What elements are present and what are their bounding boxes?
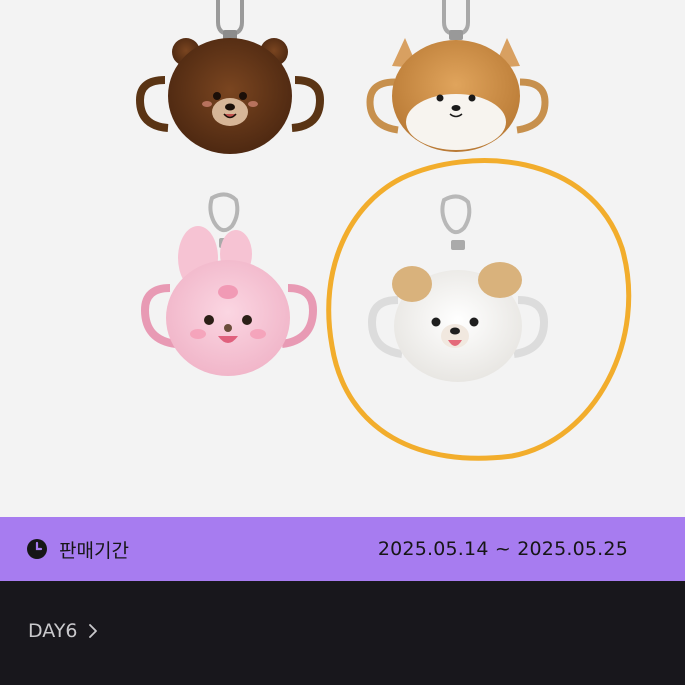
sale-period-dates: 2025.05.14 ~ 2025.05.25 [377, 538, 628, 560]
product-shiba-dog[interactable] [366, 0, 549, 152]
product-image [135, 0, 632, 461]
clock-icon [25, 537, 49, 561]
product-pink-bunny[interactable] [140, 192, 318, 376]
sale-period-label-group: 판매기간 [25, 536, 129, 563]
sale-period-bar: 판매기간 2025.05.14 ~ 2025.05.25 [0, 517, 685, 581]
artist-name: DAY6 [28, 620, 78, 642]
product-image-area [0, 0, 685, 517]
artist-section [0, 581, 685, 685]
artist-link[interactable]: DAY6 [28, 620, 100, 642]
chevron-right-icon [86, 622, 100, 640]
product-white-puppy[interactable] [367, 194, 549, 382]
sale-period-label: 판매기간 [59, 539, 129, 562]
product-brown-bear[interactable] [135, 0, 325, 154]
